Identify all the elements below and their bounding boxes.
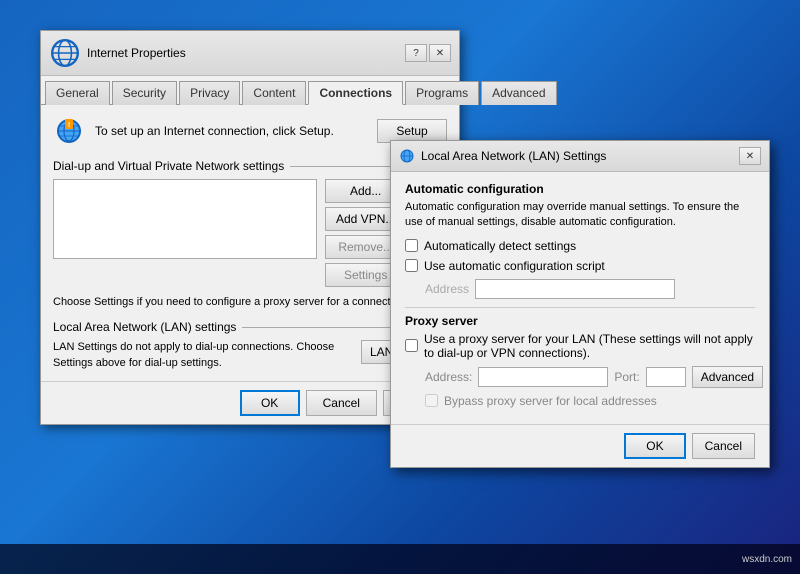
tabs-bar: General Security Privacy Content Connect… bbox=[41, 76, 459, 105]
lan-ok-button[interactable]: OK bbox=[624, 433, 685, 459]
auto-detect-row: Automatically detect settings bbox=[405, 239, 755, 253]
svg-text:!: ! bbox=[68, 122, 70, 129]
auto-detect-label: Automatically detect settings bbox=[424, 239, 576, 253]
globe-icon bbox=[49, 37, 81, 69]
lan-titlebar-left: Local Area Network (LAN) Settings bbox=[399, 148, 606, 164]
lan-settings-dialog: Local Area Network (LAN) Settings ✕ Auto… bbox=[390, 140, 770, 468]
lan-text: LAN Settings do not apply to dial-up con… bbox=[53, 340, 353, 371]
proxy-info-text: Choose Settings if you need to configure… bbox=[53, 295, 447, 310]
address-input[interactable] bbox=[475, 279, 675, 299]
tab-privacy[interactable]: Privacy bbox=[179, 81, 240, 105]
lan-titlebar-controls: ✕ bbox=[739, 147, 761, 165]
proxy-port-input[interactable]: 80 bbox=[646, 367, 686, 387]
lan-cancel-button[interactable]: Cancel bbox=[692, 433, 755, 459]
vpn-section-label: Dial-up and Virtual Private Network sett… bbox=[53, 159, 447, 173]
auto-config-desc: Automatic configuration may override man… bbox=[405, 200, 755, 231]
address-field-label: Address bbox=[425, 282, 469, 296]
lan-titlebar: Local Area Network (LAN) Settings ✕ bbox=[391, 141, 769, 172]
tab-content[interactable]: Content bbox=[242, 81, 306, 105]
ok-button[interactable]: OK bbox=[240, 390, 300, 416]
proxy-addr-row: Address: Port: 80 Advanced bbox=[425, 366, 755, 388]
titlebar-left: Internet Properties bbox=[49, 37, 186, 69]
lan-section-label: Local Area Network (LAN) settings bbox=[53, 320, 447, 334]
bypass-checkbox[interactable] bbox=[425, 394, 438, 407]
lan-info: LAN Settings do not apply to dial-up con… bbox=[53, 340, 447, 371]
vpn-listbox[interactable] bbox=[53, 179, 317, 259]
auto-detect-checkbox[interactable] bbox=[405, 239, 418, 252]
bypass-row: Bypass proxy server for local addresses bbox=[425, 394, 755, 408]
proxy-port-label: Port: bbox=[614, 370, 639, 384]
advanced-proxy-button[interactable]: Advanced bbox=[692, 366, 763, 388]
bypass-label: Bypass proxy server for local addresses bbox=[444, 394, 657, 408]
lan-dialog-footer: OK Cancel bbox=[391, 424, 769, 467]
setup-text: To set up an Internet connection, click … bbox=[95, 124, 367, 138]
taskbar-label: wsxdn.com bbox=[742, 554, 792, 565]
lan-dialog-title: Local Area Network (LAN) Settings bbox=[421, 149, 606, 163]
auto-script-row: Use automatic configuration script bbox=[405, 259, 755, 273]
setup-icon: ! bbox=[53, 115, 85, 147]
proxy-section-title: Proxy server bbox=[405, 314, 755, 328]
help-button[interactable]: ? bbox=[405, 44, 427, 62]
address-field-row: Address bbox=[425, 279, 755, 299]
tab-programs[interactable]: Programs bbox=[405, 81, 479, 105]
tab-general[interactable]: General bbox=[45, 81, 110, 105]
proxy-address-input[interactable] bbox=[478, 367, 608, 387]
tab-connections[interactable]: Connections bbox=[308, 81, 403, 105]
lan-icon bbox=[399, 148, 415, 164]
proxy-checkbox[interactable] bbox=[405, 339, 418, 352]
setup-section: ! To set up an Internet connection, clic… bbox=[53, 115, 447, 147]
tab-advanced[interactable]: Advanced bbox=[481, 81, 556, 105]
taskbar: wsxdn.com bbox=[0, 544, 800, 574]
divider bbox=[405, 307, 755, 308]
lan-close-button[interactable]: ✕ bbox=[739, 147, 761, 165]
proxy-address-label: Address: bbox=[425, 370, 472, 384]
cancel-button[interactable]: Cancel bbox=[306, 390, 377, 416]
lan-dialog-content: Automatic configuration Automatic config… bbox=[391, 172, 769, 424]
auto-script-checkbox[interactable] bbox=[405, 259, 418, 272]
auto-config-title: Automatic configuration bbox=[405, 182, 755, 196]
vpn-row: Add... Add VPN... Remove... Settings bbox=[53, 179, 447, 287]
proxy-checkbox-label: Use a proxy server for your LAN (These s… bbox=[424, 332, 755, 360]
auto-script-label: Use automatic configuration script bbox=[424, 259, 605, 273]
titlebar-controls: ? ✕ bbox=[405, 44, 451, 62]
inet-titlebar: Internet Properties ? ✕ bbox=[41, 31, 459, 76]
proxy-checkbox-row: Use a proxy server for your LAN (These s… bbox=[405, 332, 755, 360]
inet-dialog-title: Internet Properties bbox=[87, 46, 186, 60]
lan-section: Local Area Network (LAN) settings LAN Se… bbox=[53, 320, 447, 371]
tab-security[interactable]: Security bbox=[112, 81, 177, 105]
close-button[interactable]: ✕ bbox=[429, 44, 451, 62]
